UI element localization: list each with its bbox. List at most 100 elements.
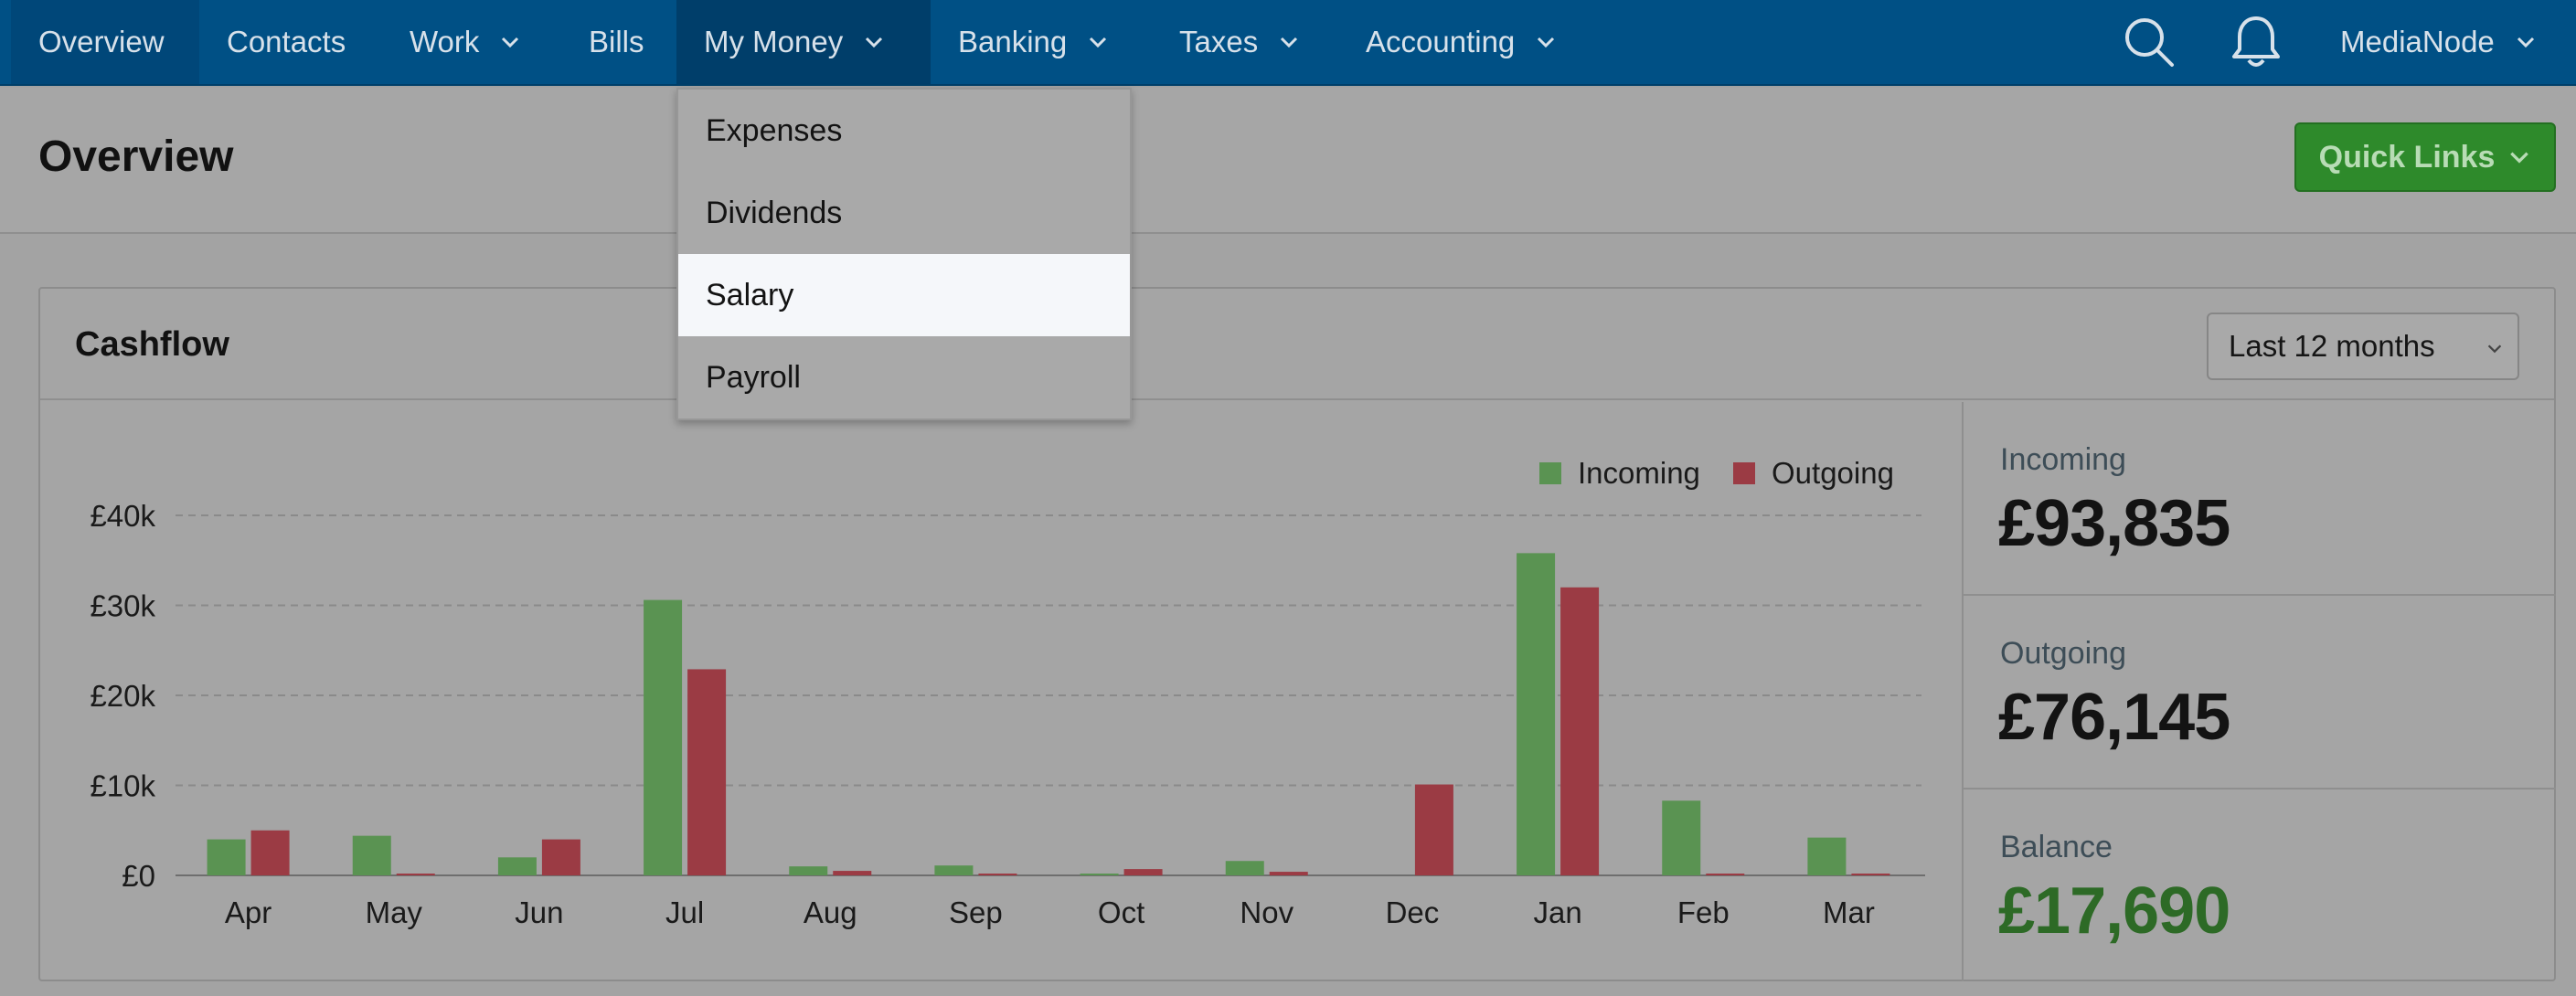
chevron-down-icon <box>1281 37 1298 48</box>
nav-contacts-label: Contacts <box>227 25 346 58</box>
nav-banking[interactable]: Banking <box>931 0 1136 84</box>
bar-outgoing <box>687 669 727 875</box>
page-header: Overview Quick Links <box>0 88 2576 234</box>
stat-incoming-value: £93,835 <box>1998 487 2230 560</box>
stat-incoming-label: Incoming <box>2000 442 2126 477</box>
account-name: MediaNode <box>2340 25 2495 58</box>
top-nav: Overview Contacts Work Bills My Money Ba… <box>0 0 2576 86</box>
chevron-down-icon <box>866 37 883 48</box>
x-tick-label: Feb <box>1677 895 1730 929</box>
nav-taxes[interactable]: Taxes <box>1152 0 1327 84</box>
bar-incoming <box>1807 837 1847 875</box>
chevron-down-icon <box>2517 37 2534 48</box>
chevron-down-icon <box>1090 37 1107 48</box>
bar-incoming <box>1080 874 1119 875</box>
legend-swatch-outgoing <box>1733 462 1755 484</box>
chevron-down-icon <box>502 37 519 48</box>
bar-outgoing <box>1414 784 1453 875</box>
account-menu[interactable]: MediaNode <box>2340 0 2537 84</box>
period-select-value: Last 12 months <box>2229 329 2435 363</box>
bar-incoming <box>789 866 828 875</box>
chevron-down-icon <box>2487 344 2502 354</box>
stat-incoming: Incoming £93,835 <box>1964 402 2556 596</box>
bar-incoming <box>207 839 246 875</box>
nav-accounting[interactable]: Accounting <box>1338 0 1584 84</box>
nav-bills[interactable]: Bills <box>561 0 672 84</box>
stat-balance-value: £17,690 <box>1998 874 2230 948</box>
legend-label-incoming: Incoming <box>1578 456 1700 490</box>
x-tick-label: Nov <box>1240 895 1293 929</box>
bar-outgoing <box>833 871 872 875</box>
dropdown-item-label: Dividends <box>706 195 843 230</box>
bar-outgoing <box>978 874 1017 875</box>
x-tick-label: May <box>366 895 423 929</box>
x-tick-label: Jul <box>665 895 704 929</box>
notifications-button[interactable] <box>2230 0 2282 84</box>
bar-incoming <box>497 857 537 875</box>
stat-outgoing: Outgoing £76,145 <box>1964 596 2556 789</box>
bar-outgoing <box>396 874 435 875</box>
bar-outgoing <box>1851 874 1890 875</box>
bar-outgoing <box>1269 872 1308 875</box>
nav-overview-label: Overview <box>38 25 165 58</box>
bar-incoming <box>1225 861 1264 875</box>
stat-outgoing-label: Outgoing <box>2000 636 2126 671</box>
x-tick-label: Oct <box>1098 895 1144 929</box>
legend-label-outgoing: Outgoing <box>1772 456 1894 490</box>
dropdown-item-label: Salary <box>706 277 794 313</box>
cashflow-title: Cashflow <box>75 325 229 364</box>
dropdown-item-label: Payroll <box>706 359 801 395</box>
dropdown-item-dividends[interactable]: Dividends <box>678 172 1130 254</box>
nav-work[interactable]: Work <box>382 0 548 84</box>
bar-outgoing <box>250 830 290 875</box>
bar-incoming <box>934 865 974 875</box>
quick-links-button[interactable]: Quick Links <box>2294 122 2556 192</box>
nav-taxes-label: Taxes <box>1179 25 1259 58</box>
x-tick-label: Aug <box>804 895 857 929</box>
y-tick-label: £20k <box>90 679 155 713</box>
x-tick-label: Dec <box>1386 895 1440 929</box>
legend-swatch-incoming <box>1539 462 1561 484</box>
bar-incoming <box>1517 553 1556 875</box>
my-money-dropdown: Expenses Dividends Salary Payroll <box>676 88 1132 420</box>
cashflow-card: Cashflow Last 12 months £0 £10k £20k £30k £4… <box>38 287 2556 981</box>
bar-incoming <box>1662 800 1701 875</box>
bar-incoming <box>352 835 391 875</box>
nav-contacts[interactable]: Contacts <box>199 0 373 84</box>
dropdown-item-payroll[interactable]: Payroll <box>678 336 1130 419</box>
x-tick-label: Jan <box>1533 895 1581 929</box>
dropdown-item-expenses[interactable]: Expenses <box>678 90 1130 172</box>
search-icon <box>2125 18 2174 67</box>
dropdown-item-label: Expenses <box>706 112 843 148</box>
nav-overview[interactable]: Overview <box>11 0 199 84</box>
nav-banking-label: Banking <box>958 25 1068 58</box>
cashflow-chart: £0 £10k £20k £30k £40k Apr May Jun Jul Aug Sep Oct N… <box>90 456 1925 929</box>
y-tick-label: £0 <box>122 859 155 893</box>
nav-work-label: Work <box>410 25 480 58</box>
y-tick-label: £10k <box>90 769 155 803</box>
cashflow-stats: Incoming £93,835 Outgoing £76,145 Balanc… <box>1962 402 2556 983</box>
page-title: Overview <box>38 132 234 181</box>
chevron-down-icon <box>2510 152 2529 164</box>
nav-my-money-label: My Money <box>704 25 844 58</box>
y-tick-label: £40k <box>90 499 155 533</box>
x-tick-label: Sep <box>949 895 1003 929</box>
x-tick-label: Mar <box>1823 895 1875 929</box>
cashflow-chart-area: £0 £10k £20k £30k £40k Apr May Jun Jul Aug Sep Oct N… <box>40 402 1962 981</box>
stat-balance: Balance £17,690 <box>1964 789 2556 983</box>
bar-outgoing <box>1123 869 1163 875</box>
bar-incoming <box>644 599 683 875</box>
period-select[interactable]: Last 12 months <box>2207 313 2519 380</box>
x-tick-label: Apr <box>225 895 271 929</box>
search-button[interactable] <box>2123 0 2176 84</box>
x-tick-label: Jun <box>515 895 563 929</box>
bar-outgoing <box>1560 587 1600 875</box>
nav-accounting-label: Accounting <box>1366 25 1516 58</box>
y-tick-label: £30k <box>90 589 155 623</box>
stat-outgoing-value: £76,145 <box>1998 681 2230 754</box>
dropdown-item-salary[interactable]: Salary <box>678 254 1130 336</box>
cashflow-card-header: Cashflow Last 12 months <box>40 289 2554 400</box>
bar-outgoing <box>1706 874 1745 875</box>
nav-my-money[interactable]: My Money <box>676 0 931 84</box>
bell-icon <box>2232 16 2280 67</box>
